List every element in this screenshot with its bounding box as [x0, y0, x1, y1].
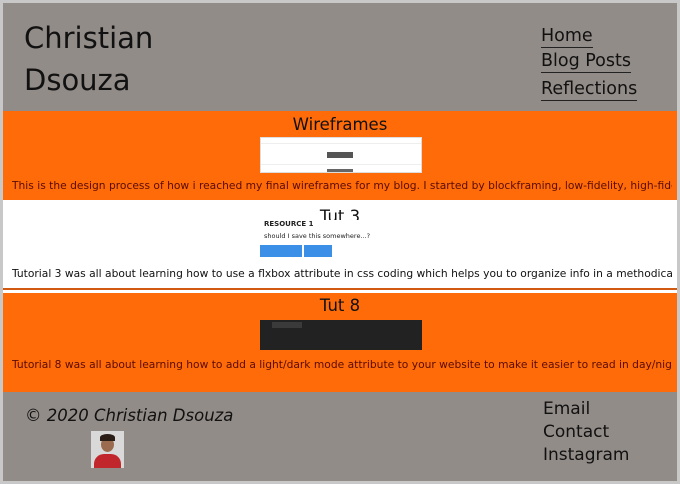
section-tut-8: Tut 8 Tutorial 8 was all about learning … — [3, 293, 677, 392]
footer-link-instagram[interactable]: Instagram — [543, 444, 630, 467]
thumbnail-button — [304, 245, 332, 257]
thumbnail-text: should I save this somewhere...? — [264, 232, 371, 240]
avatar-hair — [100, 434, 115, 441]
section-description: Tutorial 3 was all about learning how to… — [12, 267, 672, 280]
avatar — [91, 431, 124, 468]
main-nav: Home Blog Posts Reflections — [541, 25, 671, 101]
section-title: Tut 8 — [319, 296, 361, 315]
code-snippet — [272, 322, 302, 328]
footer-links: Email Contact Instagram — [543, 398, 630, 467]
tut8-thumbnail[interactable] — [260, 320, 422, 350]
wireframe-block — [327, 152, 353, 158]
nav-link-reflections[interactable]: Reflections — [541, 78, 638, 101]
site-footer: © 2020 Christian Dsouza Email Contact In… — [3, 392, 677, 481]
tut3-thumbnail[interactable]: RESOURCE 1 should I save this somewhere.… — [260, 220, 422, 258]
nav-link-blog-posts[interactable]: Blog Posts — [541, 50, 631, 73]
wireframe-line — [261, 164, 421, 165]
footer-link-contact[interactable]: Contact — [543, 421, 630, 444]
wireframes-thumbnail[interactable] — [260, 137, 422, 173]
section-description: This is the design process of how i reac… — [12, 179, 672, 192]
thumbnail-button — [260, 245, 302, 257]
site-header: Christian Dsouza Home Blog Posts Reflect… — [3, 3, 677, 111]
wireframe-block — [327, 169, 353, 172]
nav-link-home[interactable]: Home — [541, 25, 593, 48]
thumbnail-heading: RESOURCE 1 — [264, 220, 314, 228]
section-wireframes: Wireframes This is the design process of… — [3, 111, 677, 200]
copyright-text: © 2020 Christian Dsouza — [25, 406, 234, 425]
section-tut-3: Tut 3 RESOURCE 1 should I save this some… — [3, 200, 677, 290]
wireframe-line — [261, 143, 421, 144]
site-title: Christian Dsouza — [24, 21, 154, 97]
section-title: Wireframes — [292, 115, 388, 134]
section-description: Tutorial 8 was all about learning how to… — [12, 358, 672, 371]
footer-link-email[interactable]: Email — [543, 398, 630, 421]
avatar-shirt — [94, 454, 121, 468]
